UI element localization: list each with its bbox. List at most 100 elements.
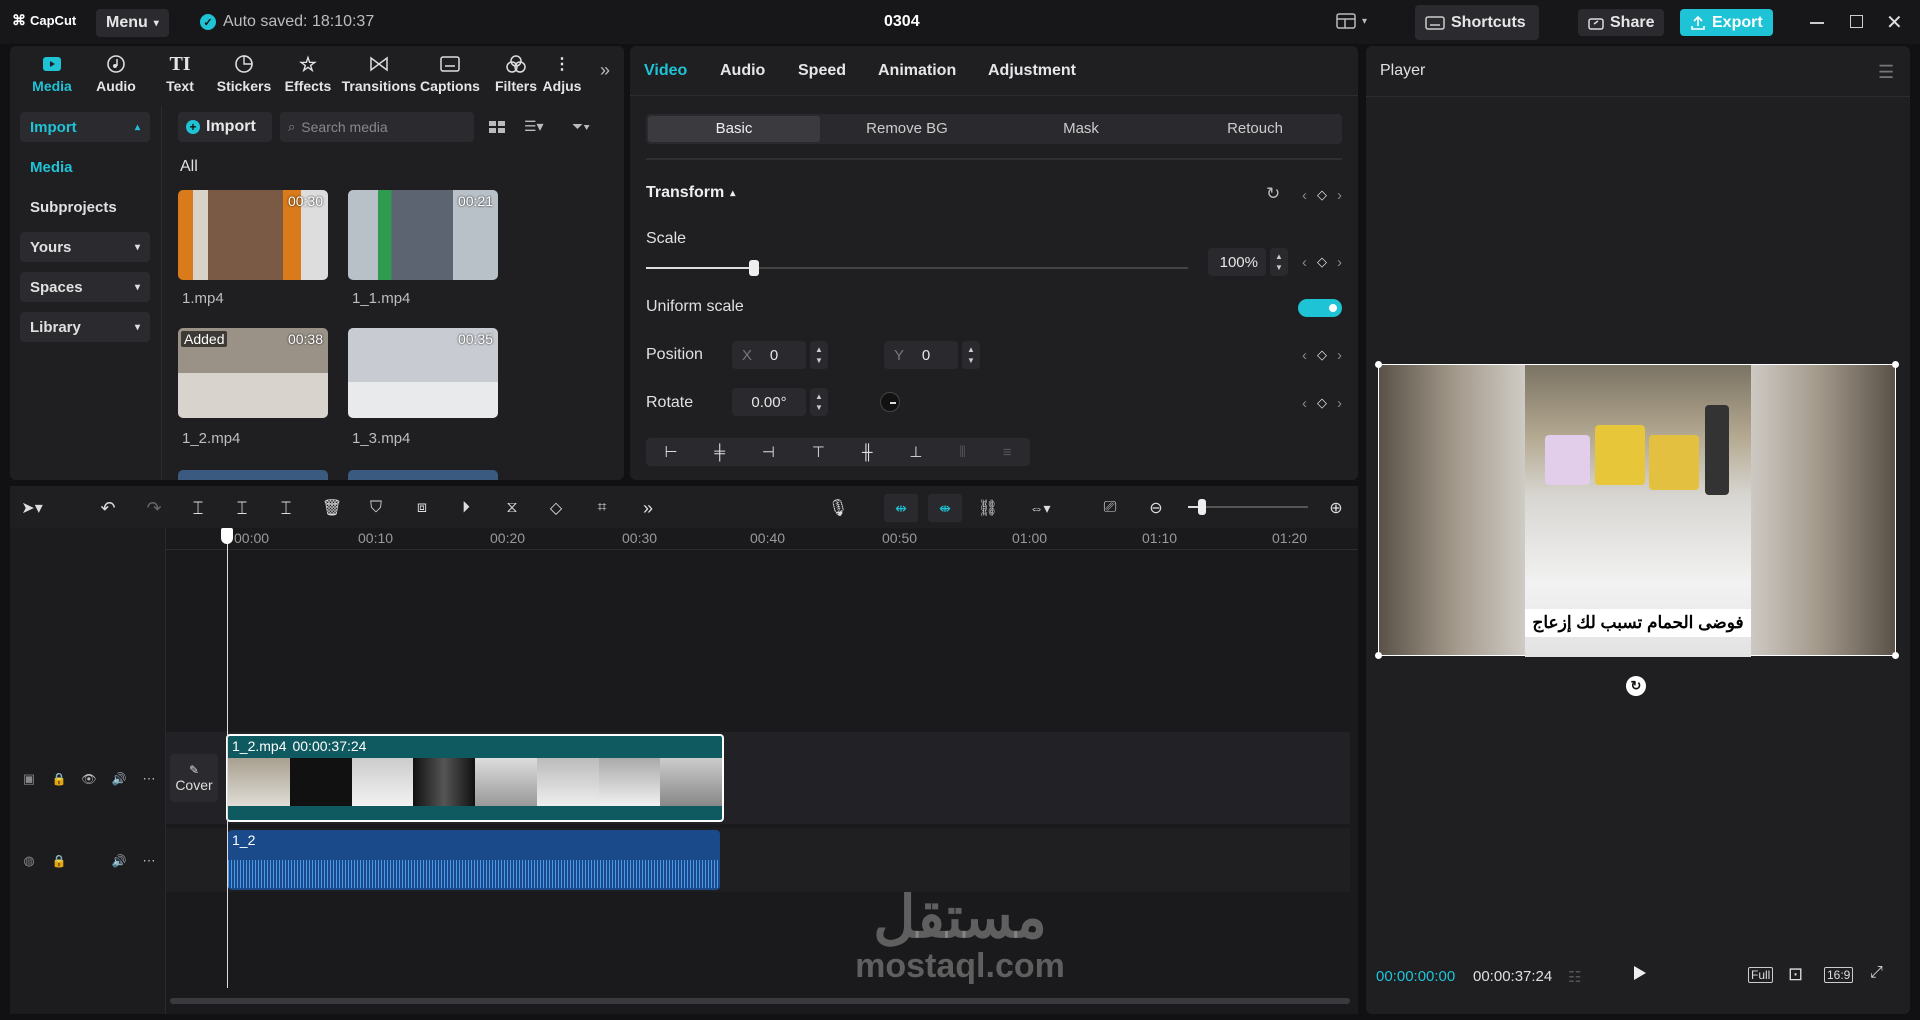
layout-icon[interactable]: ▾ <box>1336 13 1367 29</box>
subtab-remove-bg[interactable]: Remove BG <box>820 116 994 142</box>
more-icon[interactable]: ⋯ <box>140 852 158 870</box>
rotate-input[interactable]: 0.00° <box>732 388 806 416</box>
subtab-retouch[interactable]: Retouch <box>1168 116 1342 142</box>
tab-audio[interactable]: Audio <box>720 62 765 80</box>
filter-icon[interactable]: ⏷▾ <box>572 118 590 135</box>
crop-icon[interactable]: ⌗ <box>588 494 616 522</box>
timeline-scrollbar[interactable] <box>170 998 1350 1004</box>
delete-icon[interactable]: 🗑 <box>318 494 346 522</box>
keyframe-icon[interactable]: ‹ ◇ › <box>1302 253 1342 271</box>
aspect-ratio-button[interactable]: 16:9 <box>1824 967 1854 983</box>
keyframe-icon[interactable]: ‹ ◇ › <box>1302 394 1342 412</box>
export-button[interactable]: Export <box>1680 9 1773 36</box>
align-bottom-icon[interactable]: ⊥ <box>909 443 922 461</box>
media-item-thumbnail[interactable] <box>178 470 328 480</box>
playhead-handle[interactable] <box>221 528 233 544</box>
reset-icon[interactable]: ↻ <box>1266 184 1280 204</box>
tab-video[interactable]: Video <box>644 62 687 80</box>
resize-handle[interactable] <box>1375 361 1382 368</box>
lock-icon[interactable]: 🔒 <box>50 852 68 870</box>
split-icon[interactable]: ⌶ <box>184 494 212 522</box>
slider-thumb[interactable] <box>1198 499 1206 515</box>
cover-button[interactable]: ✎ Cover <box>170 754 218 802</box>
position-y-input[interactable]: Y0 <box>884 341 958 369</box>
media-item-thumbnail[interactable]: 00:21 <box>348 190 498 280</box>
tab-transitions[interactable]: Transitions <box>342 50 416 98</box>
undo-icon[interactable]: ↶ <box>94 494 122 522</box>
menu-button[interactable]: Menu ▾ <box>96 9 169 37</box>
resize-handle[interactable] <box>1375 652 1382 659</box>
full-quality-button[interactable]: Full <box>1748 967 1774 983</box>
sidebar-item-spaces[interactable]: Spaces ▾ <box>20 272 150 302</box>
subtab-mask[interactable]: Mask <box>994 116 1168 142</box>
grid-view-icon[interactable] <box>488 120 506 134</box>
import-button[interactable]: + Import <box>178 112 272 142</box>
align-middle-icon[interactable]: ╫ <box>862 444 873 461</box>
more-tabs-icon[interactable]: » <box>600 60 610 81</box>
main-track-magnet-icon[interactable]: ⇹ <box>884 494 918 522</box>
sidebar-item-import[interactable]: Import ▴ <box>20 112 150 142</box>
tab-media[interactable]: Media <box>20 50 84 98</box>
eye-icon[interactable]: 👁 <box>80 770 98 788</box>
filter-all-label[interactable]: All <box>180 158 198 176</box>
close-icon[interactable]: ✕ <box>1886 10 1903 35</box>
snapshot-icon[interactable]: ⊡ <box>1788 964 1803 985</box>
tab-speed[interactable]: Speed <box>798 62 846 80</box>
link-icon[interactable]: ⛓ <box>974 494 1002 522</box>
video-preview[interactable]: فوضى الحمام تسبب لك إزعاج <box>1375 361 1899 659</box>
marker-icon[interactable]: ⛉ <box>362 494 390 522</box>
audio-clip[interactable]: 1_2 <box>228 830 720 890</box>
timecode-grid-icon[interactable]: ☷ <box>1568 968 1581 986</box>
align-center-h-icon[interactable]: ╪ <box>714 444 725 461</box>
project-title[interactable]: 0304 <box>884 13 920 31</box>
auto-snap-icon[interactable]: ⇼ <box>928 494 962 522</box>
select-tool-icon[interactable]: ➤▾ <box>18 494 46 522</box>
position-x-stepper[interactable]: ▲ ▼ <box>810 341 828 369</box>
split-left-icon[interactable]: ⌶ <box>228 494 256 522</box>
thumbnail-icon[interactable]: ⎚ <box>1096 494 1124 522</box>
align-right-icon[interactable]: ⊣ <box>762 443 775 461</box>
media-item-thumbnail[interactable] <box>348 470 498 480</box>
slider-thumb[interactable] <box>749 260 759 276</box>
preview-axis-icon[interactable]: ⇔▾ <box>1018 494 1062 522</box>
zoom-slider[interactable] <box>1188 499 1308 515</box>
play-icon[interactable] <box>1632 964 1648 982</box>
position-y-stepper[interactable]: ▲ ▼ <box>962 341 980 369</box>
keyframe-icon[interactable]: ‹ ◇ › <box>1302 186 1342 204</box>
search-input[interactable]: ⌕ Search media <box>280 112 474 142</box>
tab-filters[interactable]: Filters <box>484 50 548 98</box>
fullscreen-icon[interactable]: ⤢ <box>1870 964 1883 982</box>
minimize-icon[interactable] <box>1810 22 1824 24</box>
freeze-icon[interactable]: ⧈ <box>408 494 436 522</box>
rotate-icon[interactable]: ◇ <box>542 494 570 522</box>
media-item-thumbnail[interactable]: 00:35 <box>348 328 498 418</box>
microphone-icon[interactable]: 🎙 <box>824 494 852 522</box>
more-icon[interactable]: ⋯ <box>140 770 158 788</box>
zoom-out-icon[interactable]: ⊖ <box>1142 494 1170 522</box>
shortcuts-button[interactable]: Shortcuts <box>1415 5 1539 40</box>
sidebar-item-subprojects[interactable]: Subprojects <box>20 192 150 222</box>
mirror-icon[interactable]: ⧖ <box>498 494 526 522</box>
resize-handle[interactable] <box>1892 652 1899 659</box>
restore-icon[interactable] <box>1850 15 1863 28</box>
tab-audio[interactable]: Audio <box>84 50 148 98</box>
scale-stepper[interactable]: ▲ ▼ <box>1270 248 1288 276</box>
tab-captions[interactable]: Captions <box>418 50 482 98</box>
uniform-scale-toggle[interactable] <box>1298 299 1342 317</box>
resize-handle[interactable] <box>1892 361 1899 368</box>
playhead[interactable] <box>227 528 228 988</box>
split-right-icon[interactable]: ⌶ <box>272 494 300 522</box>
transform-section-header[interactable]: Transform ▴ <box>646 184 735 202</box>
share-button[interactable]: Share <box>1578 9 1665 36</box>
scale-value-input[interactable]: 100% <box>1208 248 1266 276</box>
sidebar-item-library[interactable]: Library ▾ <box>20 312 150 342</box>
distribute-v-icon[interactable]: ≡ <box>1003 444 1012 461</box>
scale-slider[interactable] <box>646 260 1188 276</box>
align-top-icon[interactable]: ⊤ <box>812 443 825 461</box>
sort-icon[interactable]: ☰▾ <box>524 118 544 135</box>
volume-icon[interactable]: 🔊 <box>110 770 128 788</box>
sidebar-item-media[interactable]: Media <box>20 152 150 182</box>
distribute-h-icon[interactable]: ⦀ <box>959 444 966 461</box>
more-tools-icon[interactable]: » <box>634 494 662 522</box>
tab-adjust[interactable]: ⋮ Adjus <box>540 50 584 98</box>
